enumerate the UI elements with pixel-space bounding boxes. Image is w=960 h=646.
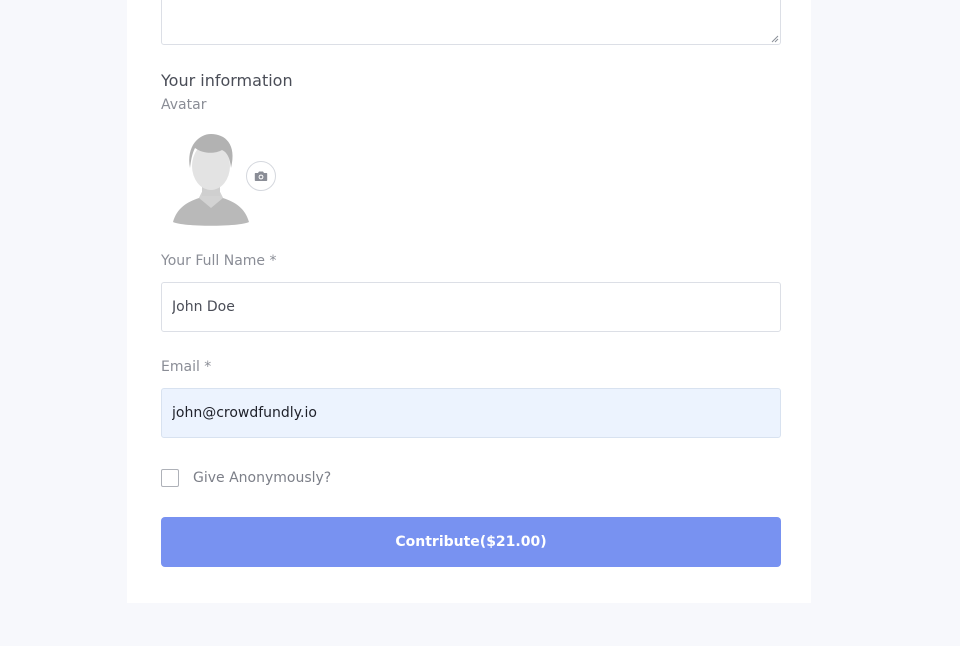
email-input[interactable] — [161, 388, 781, 438]
section-title: Your information — [161, 71, 293, 90]
full-name-label: Your Full Name * — [161, 253, 277, 269]
full-name-input[interactable] — [161, 282, 781, 332]
anonymous-checkbox-label[interactable]: Give Anonymously? — [193, 470, 331, 486]
upload-avatar-button[interactable] — [246, 161, 276, 191]
anonymous-option: Give Anonymously? — [161, 469, 331, 487]
camera-icon — [254, 171, 268, 181]
anonymous-checkbox[interactable] — [161, 469, 179, 487]
message-textarea[interactable] — [161, 0, 781, 45]
email-label: Email * — [161, 359, 212, 375]
resize-handle-icon[interactable] — [771, 35, 779, 43]
default-avatar-icon — [173, 134, 249, 226]
contribute-button[interactable]: Contribute($21.00) — [161, 517, 781, 567]
avatar-label: Avatar — [161, 97, 207, 113]
contribution-form-card: Your information Avatar Your Full Name *… — [127, 0, 811, 603]
